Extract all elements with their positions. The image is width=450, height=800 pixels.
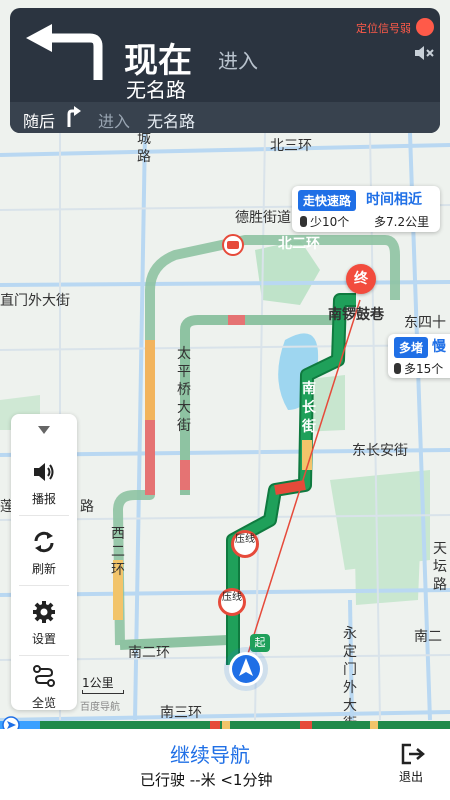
traffic-segment xyxy=(300,721,312,729)
refresh-button[interactable]: 刷新 xyxy=(11,524,77,582)
overview-button[interactable]: 全览 xyxy=(11,658,77,716)
road-label-taipingqiao: 太平桥大街 xyxy=(177,346,191,434)
road-label-xizhimen: 直门外大街 xyxy=(0,293,70,309)
route-traffic-bar xyxy=(0,721,450,729)
exit-button[interactable]: 退出 xyxy=(390,729,440,800)
traffic-light-icon xyxy=(300,216,307,227)
road-label-nanchangjie: 南长街 xyxy=(302,381,316,435)
road-label-dongsi: 东四十 xyxy=(404,315,446,331)
traffic-lights-info: 多15个 xyxy=(394,360,443,377)
next-instruction-road: 无名路 xyxy=(147,112,196,131)
destination-marker[interactable]: 终 xyxy=(346,264,376,294)
trip-stats: 已行驶 --米 <1分钟 xyxy=(140,771,273,789)
continue-navigation-label: 继续导航 xyxy=(170,743,250,767)
road-label-yongdingmen: 永定门外大街 xyxy=(343,626,357,732)
broadcast-button[interactable]: 播报 xyxy=(11,454,77,512)
route-overview-icon xyxy=(33,665,55,687)
lane-warning-text: 压线 xyxy=(222,592,242,603)
road-label-south-third-ring: 南三环 xyxy=(160,705,202,721)
divider xyxy=(19,655,69,656)
traffic-segment xyxy=(370,721,378,729)
next-instruction-action: 进入 xyxy=(98,112,131,131)
road-label-lu: 路 xyxy=(80,499,94,515)
gps-signal-icon xyxy=(416,18,434,36)
divider xyxy=(19,585,69,586)
route-compare-text: 时间相近 xyxy=(366,192,422,208)
instruction-action: 进入 xyxy=(218,49,258,73)
route-option-congested[interactable]: 多堵 慢 多15个 xyxy=(388,334,450,378)
road-label-north-third-ring: 北三环 xyxy=(270,138,312,154)
scale-text: 1公里 xyxy=(82,676,114,690)
turn-left-arrow-icon xyxy=(26,24,103,80)
road-label-south-second-ring-left: 南二环 xyxy=(128,645,170,661)
road-label-south-second-ring-right: 南二 xyxy=(414,629,442,645)
continue-navigation-button[interactable]: 继续导航 已行驶 --米 <1分钟 xyxy=(80,729,360,800)
speaker-icon xyxy=(34,463,54,481)
traffic-lights-info: 少10个 xyxy=(300,213,349,230)
scale-bar xyxy=(82,690,124,694)
area-label-desheng: 德胜街道 xyxy=(235,210,291,226)
road-label-cheng-lu: 城路 xyxy=(137,131,151,165)
broadcast-label: 播报 xyxy=(31,492,56,506)
route-tag-congested: 多堵 xyxy=(394,337,429,358)
road-label-west-second-ring: 西二环 xyxy=(111,526,125,578)
place-label-nanluoguxiang: 南锣鼓巷 xyxy=(328,307,384,323)
destination-label: 终 xyxy=(354,271,368,287)
car-position-icon xyxy=(224,647,268,691)
settings-label: 设置 xyxy=(31,632,56,646)
collapse-panel-button[interactable] xyxy=(11,414,77,444)
divider xyxy=(19,515,69,516)
exit-icon xyxy=(401,743,425,765)
next-instruction-label: 随后 xyxy=(23,112,56,131)
current-instruction: 现在 进入 无名路 定位信号弱 xyxy=(10,8,440,102)
lane-warning-badge: 压线 xyxy=(231,530,259,558)
road-label-dongchangan: 东长安街 xyxy=(352,443,408,459)
refresh-icon xyxy=(34,531,54,553)
overview-label: 全览 xyxy=(31,696,56,710)
turn-right-arrow-icon xyxy=(67,106,81,127)
lane-warning-badge: 压线 xyxy=(218,588,246,616)
route-slow-text: 慢 xyxy=(432,339,446,355)
watermark: 百度导航 xyxy=(80,702,120,713)
instruction-road: 无名路 xyxy=(126,78,186,102)
traffic-segment xyxy=(210,721,220,729)
lane-warning-text: 压线 xyxy=(235,534,255,545)
map-controls-panel: 播报 刷新 设置 全览 xyxy=(11,414,77,710)
map-scale: 1公里 xyxy=(82,674,114,691)
distance-diff: 多7.2公里 xyxy=(374,215,430,229)
gear-icon xyxy=(33,601,55,623)
route-tag-highway: 走快速路 xyxy=(298,190,357,211)
route-option-highway[interactable]: 走快速路 时间相近 少10个 多7.2公里 xyxy=(292,186,440,232)
traffic-light-icon xyxy=(394,363,401,374)
mute-speaker-icon[interactable] xyxy=(414,44,436,62)
gps-status-text: 定位信号弱 xyxy=(356,22,411,35)
traffic-segment xyxy=(222,721,230,729)
chevron-down-icon xyxy=(38,426,50,434)
road-label-north-second-ring: 北二环 xyxy=(278,236,320,252)
bottom-bar: 继续导航 已行驶 --米 <1分钟 退出 xyxy=(0,729,450,800)
exit-label: 退出 xyxy=(399,770,424,784)
refresh-label: 刷新 xyxy=(31,562,56,576)
settings-button[interactable]: 设置 xyxy=(11,594,77,652)
road-label-tiantan: 天坛路 xyxy=(433,541,447,593)
